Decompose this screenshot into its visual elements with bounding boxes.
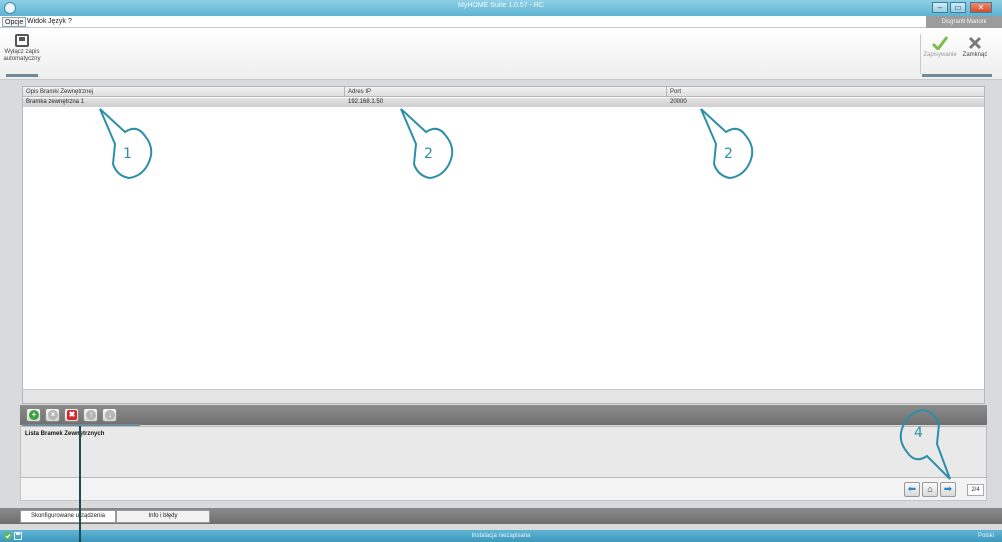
menu-view[interactable]: Widok (25, 17, 48, 27)
grid-header: Opis Bramki Zewnętrznej Adres IP Port (23, 87, 984, 97)
close-x-icon (968, 36, 982, 50)
ribbon-right-underline (922, 74, 992, 77)
grid-footer (23, 389, 984, 403)
menu-bar: Opcje Widok Język ? Disgranti Manoni (0, 16, 1002, 28)
arrow-right-icon: ➡ (943, 484, 953, 495)
tab-info-errors[interactable]: Info i błędy (116, 510, 210, 523)
navigation-area (20, 478, 987, 501)
annotation-2: 2 (424, 146, 433, 162)
menu-options[interactable]: Opcje (2, 17, 27, 27)
home-button[interactable]: ⌂ (922, 482, 938, 497)
close-button[interactable]: Zamknąć (958, 36, 992, 59)
ribbon-left-underline (6, 74, 38, 77)
list-toolbar: + × ✖ ↑ ↓ (20, 405, 987, 425)
save-button[interactable]: Zapisywanie (922, 36, 958, 59)
column-header-ip[interactable]: Adres IP (345, 87, 371, 97)
move-up-button[interactable]: ↑ (83, 408, 98, 422)
description-panel: Lista Bramek Zewnętrznych (20, 426, 987, 478)
floppy-icon (15, 34, 29, 47)
title-bar: MyHOME Suite 1.0.57 - RC ‒ ▭ ✕ (0, 0, 1002, 16)
annotation-4: 4 (914, 425, 923, 441)
autosave-toggle-label: Wyłącz zapis automatyczny (3, 49, 41, 62)
status-bar: Instalacja niezapisana Polski (0, 530, 1002, 542)
forward-button[interactable]: ➡ (940, 482, 956, 497)
gateway-grid: Opis Bramki Zewnętrznej Adres IP Port Br… (22, 86, 985, 404)
close-window-button[interactable]: ✕ (970, 2, 992, 13)
page-indicator: 2/4 (967, 484, 984, 496)
cell-ip[interactable]: 192.168.1.50 (345, 98, 383, 107)
column-header-port[interactable]: Port (667, 87, 681, 97)
menu-help[interactable]: ? (66, 17, 74, 27)
delete-icon: ✖ (67, 410, 77, 420)
hand-pointer-icon (700, 108, 754, 180)
home-icon: ⌂ (927, 484, 933, 494)
add-icon: + (29, 410, 39, 420)
minimize-button[interactable]: ‒ (932, 2, 948, 13)
maximize-button[interactable]: ▭ (950, 2, 966, 13)
bottom-tabs: Skonfigurowane urządzenia Info i błędy (0, 508, 1002, 524)
back-button[interactable]: ⬅ (904, 482, 920, 497)
cell-port[interactable]: 20000 (667, 98, 687, 107)
annotation-1: 1 (123, 146, 132, 162)
close-label: Zamknąć (962, 52, 988, 58)
status-language: Polski (977, 533, 994, 539)
cell-description[interactable]: Bramka zewnętrzna 1 (23, 98, 84, 107)
add-button[interactable]: + (26, 408, 41, 422)
checkmark-icon (932, 36, 948, 50)
autosave-toggle-button[interactable]: Wyłącz zapis automatyczny (3, 34, 41, 63)
connection-status-pill: Disgranti Manoni (926, 16, 1002, 28)
remove-button[interactable]: × (45, 408, 60, 422)
app-window: MyHOME Suite 1.0.57 - RC ‒ ▭ ✕ Opcje Wid… (0, 0, 1002, 542)
move-up-icon: ↑ (86, 410, 96, 420)
delete-button[interactable]: ✖ (64, 408, 79, 422)
tab-configured-devices[interactable]: Skonfigurowane urządzenia (20, 510, 116, 523)
ribbon-divider (920, 34, 921, 74)
column-header-description[interactable]: Opis Bramki Zewnętrznej (23, 87, 93, 97)
move-down-button[interactable]: ↓ (102, 408, 117, 422)
arrow-left-icon: ⬅ (907, 484, 917, 495)
save-label: Zapisywanie (923, 52, 957, 58)
ribbon: Wyłącz zapis automatyczny Zapisywanie Za… (0, 28, 1002, 80)
menu-language[interactable]: Język (46, 17, 68, 27)
annotation-2b: 2 (724, 146, 733, 162)
status-text: Instalacja niezapisana (471, 533, 531, 539)
remove-icon: × (48, 410, 58, 420)
window-title: MyHOME Suite 1.0.57 - RC (458, 2, 544, 9)
move-down-icon: ↓ (105, 410, 115, 420)
table-row[interactable]: Bramka zewnętrzna 1 192.168.1.50 20000 (23, 98, 984, 107)
hand-pointer-icon (899, 408, 951, 480)
hand-pointer-icon (400, 108, 454, 180)
hand-pointer-icon (99, 108, 153, 180)
description-title: Lista Bramek Zewnętrznych (25, 431, 105, 437)
callout-line (79, 426, 81, 542)
